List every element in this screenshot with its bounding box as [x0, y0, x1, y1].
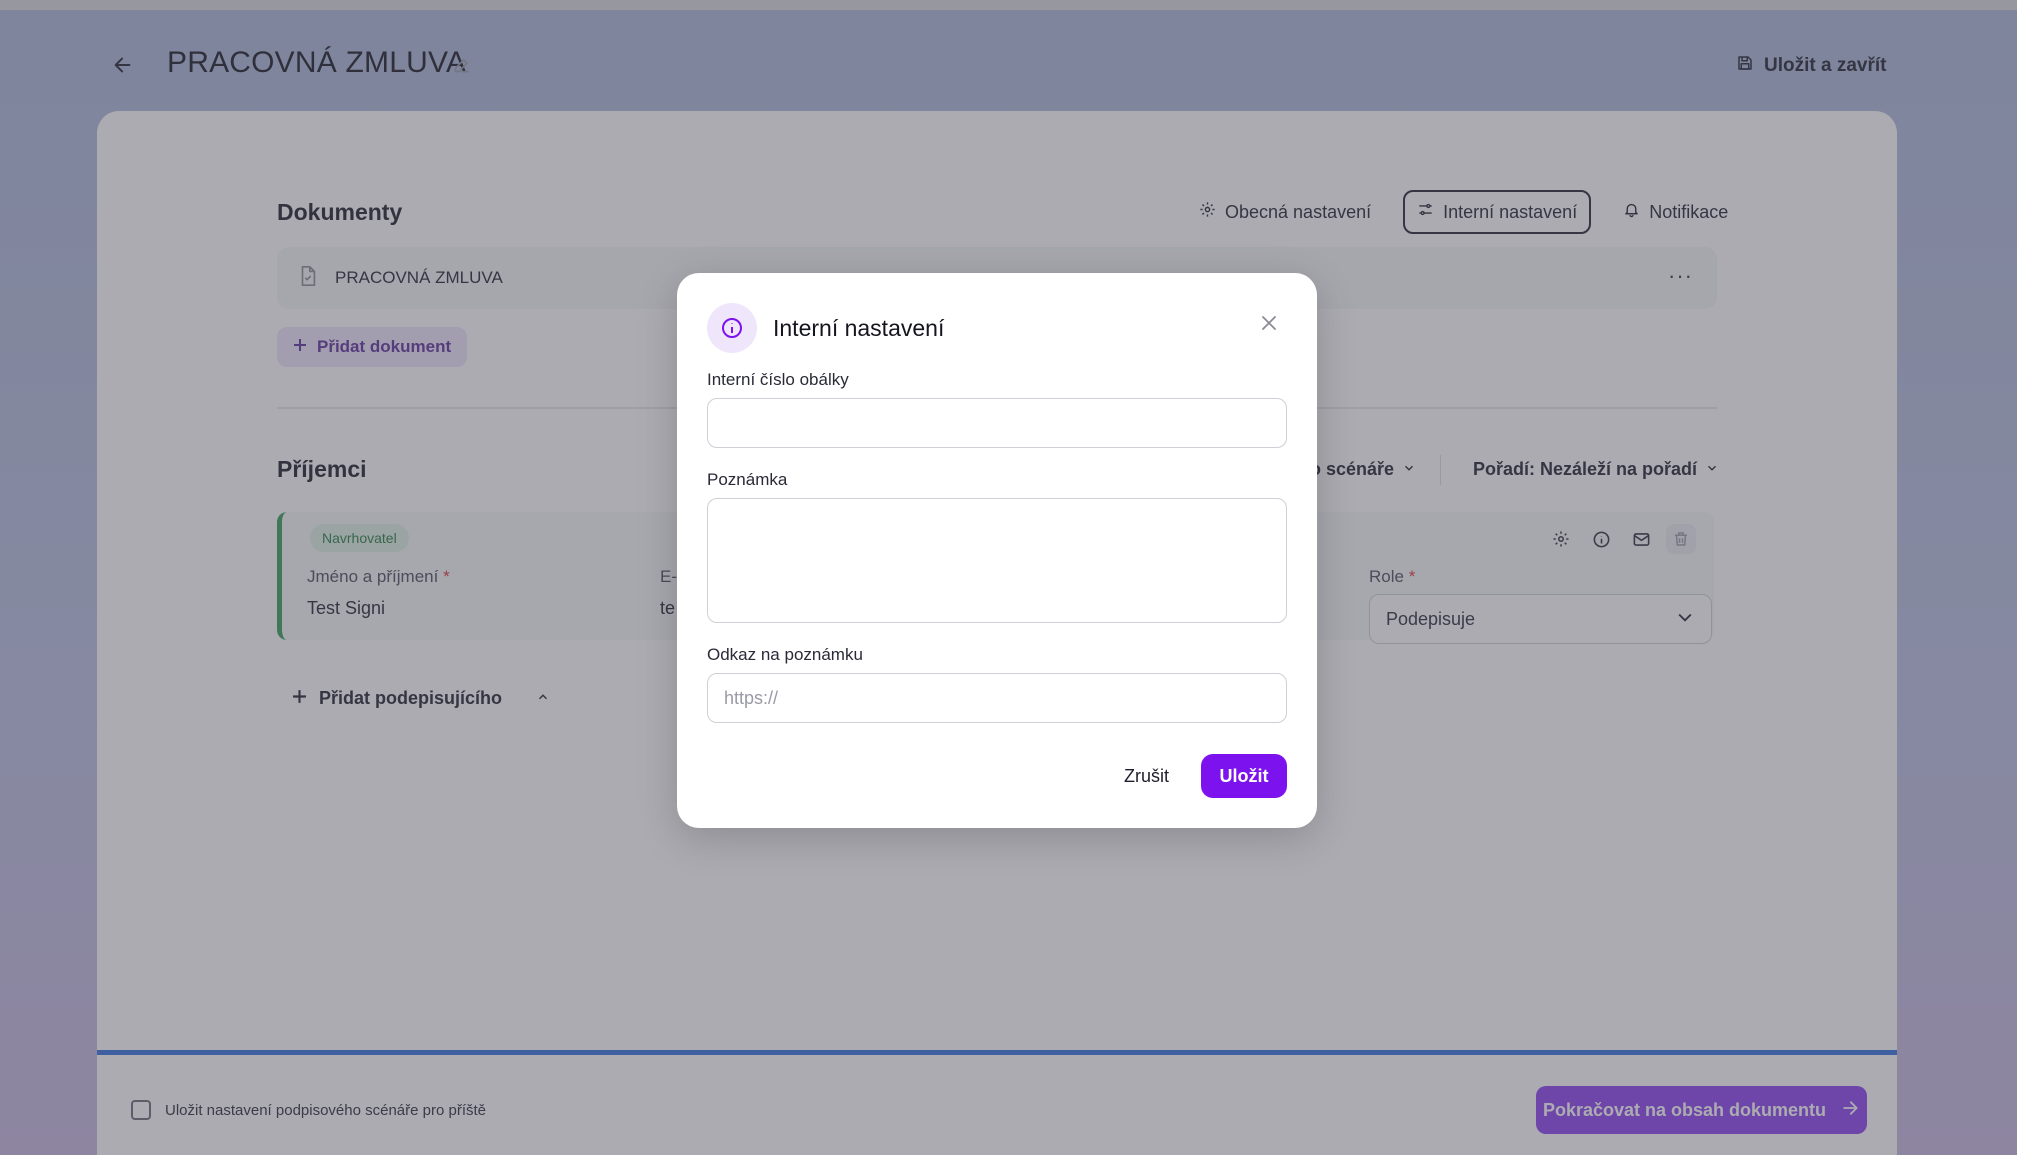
save-button[interactable]: Uložit — [1201, 754, 1287, 798]
note-link-input[interactable] — [707, 673, 1287, 723]
info-icon — [707, 303, 757, 353]
note-link-label: Odkaz na poznámku — [707, 645, 863, 664]
cancel-button[interactable]: Zrušit — [1114, 754, 1179, 798]
envelope-number-label: Interní číslo obálky — [707, 370, 849, 389]
envelope-number-input[interactable] — [707, 398, 1287, 448]
dialog-title: Interní nastavení — [773, 315, 945, 341]
close-icon[interactable] — [1259, 313, 1279, 333]
internal-settings-dialog: Interní nastavení Interní číslo obálky P… — [677, 273, 1317, 828]
note-textarea[interactable] — [707, 498, 1287, 623]
note-label: Poznámka — [707, 470, 788, 489]
